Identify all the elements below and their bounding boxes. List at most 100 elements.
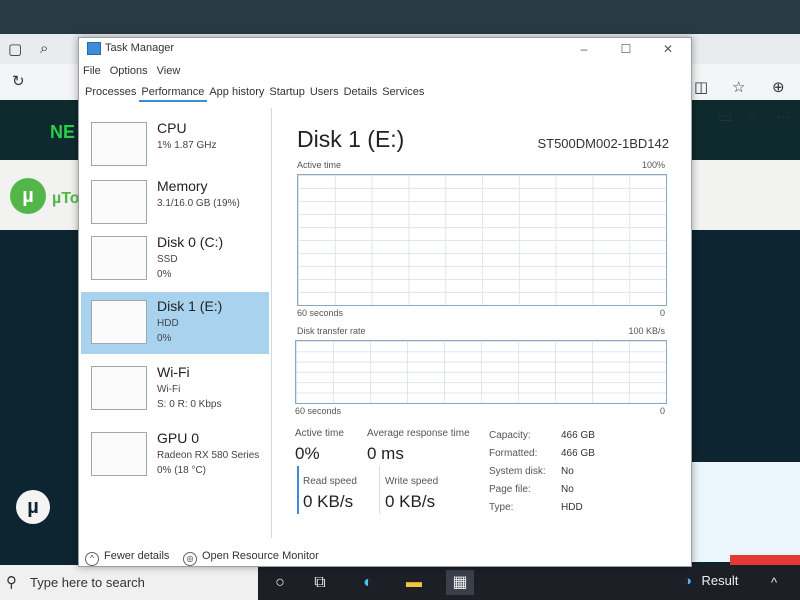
transfer-rate-graph <box>295 340 667 404</box>
resource-usage: 0% (18 °C) <box>157 465 207 476</box>
chevron-up-icon[interactable]: ^ <box>760 570 788 595</box>
resource-detail: 1% 1.87 GHz <box>157 140 217 151</box>
resource-monitor-icon: ◎ <box>183 552 197 566</box>
search-icon: ⚲ <box>6 574 17 591</box>
tab-startup[interactable]: Startup <box>267 86 307 102</box>
formatted-value: 466 GB <box>561 448 595 459</box>
formatted-label: Formatted: <box>489 448 538 459</box>
graph-time-span: 60 seconds <box>297 308 344 318</box>
resource-name: Disk 0 (C:) <box>157 234 224 250</box>
active-time-graph-label: Active time <box>297 160 342 170</box>
tab-users[interactable]: Users <box>308 86 342 102</box>
resource-memory[interactable]: Memory 3.1/16.0 GB (19%) <box>81 172 269 234</box>
footer: ^ Fewer details ◎ Open Resource Monitor <box>79 546 691 566</box>
capacity-label: Capacity: <box>489 430 531 441</box>
resource-disk-0[interactable]: Disk 0 (C:) SSD 0% <box>81 228 269 290</box>
resource-detail: Wi-Fi <box>157 384 181 395</box>
maximize-button[interactable]: ☐ <box>611 40 641 58</box>
weather-icon: ◑ <box>684 573 692 588</box>
minimize-button[interactable]: – <box>569 40 599 58</box>
system-disk-value: No <box>561 466 574 477</box>
taskbar-search[interactable]: ⚲ Type here to search <box>0 565 258 600</box>
utorrent-logo-icon: µ <box>10 178 46 214</box>
transfer-rate-graph-label: Disk transfer rate <box>297 326 366 336</box>
chevron-up-icon: ^ <box>85 552 99 566</box>
tab-bar: Processes Performance App history Startup Us… <box>83 86 427 102</box>
tab-icon: ▢ <box>8 41 23 58</box>
resource-cpu[interactable]: CPU 1% 1.87 GHz <box>81 114 269 176</box>
transfer-rate-graph-max: 100 KB/s <box>628 326 665 336</box>
task-manager-window: Task Manager – ☐ ✕ File Options View Proce… <box>78 37 692 567</box>
task-view-icon[interactable]: ⧉ <box>306 570 334 595</box>
resource-disk-1[interactable]: Disk 1 (E:) HDD 0% <box>81 292 269 354</box>
disk0-graph-thumbnail <box>91 236 147 280</box>
disk-model: ST500DM002-1BD142 <box>537 136 669 151</box>
site-nav-label: NE <box>50 122 76 142</box>
type-value: HDD <box>561 502 583 513</box>
menu-file[interactable]: File <box>83 65 101 77</box>
resource-usage: S: 0 R: 0 Kbps <box>157 399 222 410</box>
weather-label: Result <box>701 573 739 588</box>
more-icon[interactable]: ⋯ <box>776 108 791 126</box>
resource-list: CPU 1% 1.87 GHz Memory 3.1/16.0 GB (19%)… <box>79 108 272 538</box>
tab-processes[interactable]: Processes <box>83 86 139 102</box>
write-speed-label: Write speed <box>385 476 439 487</box>
capacity-value: 466 GB <box>561 430 595 441</box>
close-button[interactable]: ✕ <box>653 40 683 58</box>
fewer-details-label: Fewer details <box>104 550 170 562</box>
taskbar-notification[interactable]: ◑ Result <box>684 573 738 588</box>
system-disk-label: System disk: <box>489 466 546 477</box>
write-speed-value: 0 KB/s <box>385 492 436 511</box>
fewer-details-button[interactable]: ^ Fewer details <box>85 550 169 566</box>
active-time-stat-label: Active time <box>295 428 344 439</box>
task-manager-icon <box>87 42 101 55</box>
folder-icon[interactable]: ▭ <box>718 108 732 126</box>
search-icon[interactable]: ⌕ <box>748 108 756 125</box>
active-time-graph-max: 100% <box>641 160 665 170</box>
refresh-icon[interactable]: ↻ <box>12 72 25 90</box>
tab-app-history[interactable]: App history <box>207 86 267 102</box>
resource-usage: 0% <box>157 333 172 344</box>
type-label: Type: <box>489 502 514 513</box>
resource-name: CPU <box>157 120 187 136</box>
resource-wifi[interactable]: Wi-Fi Wi-Fi S: 0 R: 0 Kbps <box>81 358 269 420</box>
menu-view[interactable]: View <box>157 65 181 77</box>
tab-performance[interactable]: Performance <box>139 86 208 102</box>
taskbar: ⚲ Type here to search ○ ⧉ ◐ ▬ ▦ ◑ Result… <box>0 565 800 600</box>
menu-options[interactable]: Options <box>110 65 148 77</box>
task-view-circle-icon[interactable]: ○ <box>266 570 294 595</box>
disk-detail-pane: Disk 1 (E:) ST500DM002-1BD142 Active tim… <box>289 122 679 542</box>
search-icon: ⌕ <box>40 40 49 57</box>
edge-browser-icon[interactable]: ◐ <box>354 570 382 595</box>
graph-min: 0 <box>659 406 665 416</box>
resource-name: Memory <box>157 178 208 194</box>
resource-detail: SSD <box>157 254 178 265</box>
window-title: Task Manager <box>105 42 175 54</box>
tab-services[interactable]: Services <box>380 86 427 102</box>
read-write-divider <box>379 466 380 514</box>
collections-icon[interactable]: ⊕ <box>772 78 785 96</box>
resource-name: Wi-Fi <box>157 364 190 380</box>
task-manager-taskbar-icon[interactable]: ▦ <box>446 570 474 595</box>
resource-detail: HDD <box>157 318 179 329</box>
resource-gpu-0[interactable]: GPU 0 Radeon RX 580 Series 0% (18 °C) <box>81 424 269 486</box>
page-file-label: Page file: <box>489 484 531 495</box>
favorites-icon[interactable]: ☆ <box>732 78 745 96</box>
open-resource-monitor-link[interactable]: ◎ Open Resource Monitor <box>183 550 319 566</box>
menu-bar: File Options View <box>83 65 189 79</box>
graph-min: 0 <box>659 308 665 318</box>
title-bar[interactable]: Task Manager – ☐ ✕ <box>79 38 691 60</box>
split-screen-icon[interactable]: ◫ <box>694 78 708 96</box>
file-explorer-icon[interactable]: ▬ <box>400 570 428 595</box>
gpu-graph-thumbnail <box>91 432 147 476</box>
page-file-value: No <box>561 484 574 495</box>
resource-detail: Radeon RX 580 Series <box>157 450 260 461</box>
resource-name: GPU 0 <box>157 430 200 446</box>
resource-usage: 0% <box>157 269 172 280</box>
tab-details[interactable]: Details <box>342 86 381 102</box>
avg-response-value: 0 ms <box>367 444 404 463</box>
read-speed-value: 0 KB/s <box>303 492 354 511</box>
resource-detail: 3.1/16.0 GB (19%) <box>157 198 240 209</box>
resource-monitor-label: Open Resource Monitor <box>202 550 319 562</box>
wifi-graph-thumbnail <box>91 366 147 410</box>
